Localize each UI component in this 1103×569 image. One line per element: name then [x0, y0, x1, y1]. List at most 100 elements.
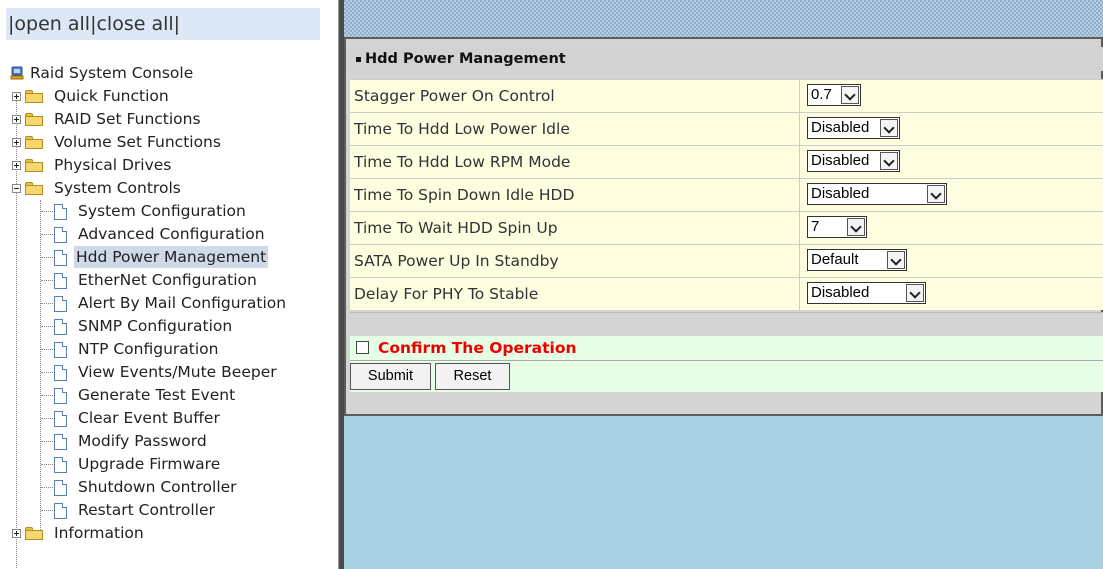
- tree-item-ntp-configuration[interactable]: NTP Configuration: [0, 338, 330, 360]
- tree-item-snmp-configuration[interactable]: SNMP Configuration: [0, 315, 330, 337]
- open-folder-icon: [25, 182, 43, 195]
- tree-item-restart-controller[interactable]: Restart Controller: [0, 499, 330, 521]
- tree-item-label: System Configuration: [78, 202, 246, 220]
- expand-icon[interactable]: [12, 92, 21, 101]
- setting-label: Time To Wait HDD Spin Up: [354, 219, 558, 237]
- tree-group-volume-set-functions[interactable]: Volume Set Functions: [0, 131, 330, 153]
- panel-title-text: Hdd Power Management: [365, 51, 566, 67]
- chevron-down-icon: [880, 152, 898, 170]
- chevron-down-icon: [847, 218, 865, 236]
- tree-item-label: Restart Controller: [78, 501, 215, 519]
- tree-item-label: Upgrade Firmware: [78, 455, 221, 473]
- tree-root-label: Raid System Console: [30, 64, 194, 82]
- tree-group-system-controls[interactable]: System Controls: [0, 177, 330, 199]
- select-value: Disabled: [811, 284, 870, 301]
- page-icon: [54, 250, 67, 266]
- setting-label: Time To Hdd Low RPM Mode: [354, 153, 571, 171]
- chevron-down-icon: [841, 86, 859, 104]
- page-icon: [54, 388, 67, 404]
- select-value: Disabled: [811, 185, 870, 202]
- page-icon: [54, 204, 67, 220]
- chevron-down-icon: [887, 251, 905, 269]
- setting-row-low-rpm-mode: Time To Hdd Low RPM Mode Disabled: [350, 145, 1103, 179]
- page-icon: [54, 296, 67, 312]
- folder-icon: [25, 527, 43, 540]
- expand-icon[interactable]: [12, 138, 21, 147]
- select-value: Disabled: [811, 119, 870, 136]
- open-all-link[interactable]: open all: [14, 13, 90, 35]
- hdd-power-panel: Hdd Power Management Stagger Power On Co…: [344, 37, 1103, 416]
- tree-item-view-events-mute-beeper[interactable]: View Events/Mute Beeper: [0, 361, 330, 383]
- tree-item-hdd-power-management[interactable]: Hdd Power Management: [0, 246, 330, 268]
- tree-item-label: Clear Event Buffer: [78, 409, 220, 427]
- tree-item-label: View Events/Mute Beeper: [78, 363, 277, 381]
- low-rpm-mode-select[interactable]: Disabled: [807, 150, 900, 172]
- page-icon: [54, 319, 67, 335]
- expand-icon[interactable]: [12, 115, 21, 124]
- setting-row-delay-phy: Delay For PHY To Stable Disabled: [350, 277, 1103, 311]
- tree-item-label: NTP Configuration: [78, 340, 219, 358]
- select-value: Default: [811, 251, 859, 268]
- tree-group-physical-drives[interactable]: Physical Drives: [0, 154, 330, 176]
- tree-group-label: Physical Drives: [54, 156, 172, 174]
- tree-item-modify-password[interactable]: Modify Password: [0, 430, 330, 452]
- stagger-power-select[interactable]: 0.7: [807, 84, 861, 106]
- chevron-down-icon: [880, 119, 898, 137]
- collapse-icon[interactable]: [12, 184, 21, 193]
- tree-group-quick-function[interactable]: Quick Function: [0, 85, 330, 107]
- setting-label: Stagger Power On Control: [354, 87, 555, 105]
- tree-group-information[interactable]: Information: [0, 522, 330, 544]
- tree-group-raid-set-functions[interactable]: RAID Set Functions: [0, 108, 330, 130]
- wait-spin-up-select[interactable]: 7: [807, 216, 867, 238]
- tree-item-shutdown-controller[interactable]: Shutdown Controller: [0, 476, 330, 498]
- separator: |: [173, 13, 181, 35]
- tree-group-label: RAID Set Functions: [54, 110, 201, 128]
- tree-item-label: Generate Test Event: [78, 386, 236, 404]
- content-pane: Hdd Power Management Stagger Power On Co…: [344, 0, 1103, 569]
- page-icon: [54, 411, 67, 427]
- setting-label: Time To Hdd Low Power Idle: [354, 120, 570, 138]
- tree-item-label: Advanced Configuration: [78, 225, 265, 243]
- setting-row-sata-power-up: SATA Power Up In Standby Default: [350, 244, 1103, 278]
- page-icon: [54, 273, 67, 289]
- select-value: 7: [811, 218, 820, 235]
- page-icon: [54, 503, 67, 519]
- tree-item-label: Modify Password: [78, 432, 207, 450]
- page-icon: [54, 365, 67, 381]
- chevron-down-icon: [927, 185, 945, 203]
- submit-button[interactable]: Submit: [350, 363, 431, 390]
- low-power-idle-select[interactable]: Disabled: [807, 117, 900, 139]
- expand-icon[interactable]: [12, 529, 21, 538]
- tree-item-label: Hdd Power Management: [74, 246, 269, 268]
- spin-down-idle-select[interactable]: Disabled: [807, 183, 947, 205]
- top-banner: [344, 0, 1103, 37]
- navigation-pane: |open all|close all| Raid System Console…: [0, 0, 338, 569]
- tree-item-generate-test-event[interactable]: Generate Test Event: [0, 384, 330, 406]
- bullet-icon: [356, 56, 361, 62]
- setting-label: SATA Power Up In Standby: [354, 252, 559, 270]
- tree-item-clear-event-buffer[interactable]: Clear Event Buffer: [0, 407, 330, 429]
- tree-item-ethernet-configuration[interactable]: EtherNet Configuration: [0, 269, 330, 291]
- sata-power-up-select[interactable]: Default: [807, 249, 907, 271]
- tree-item-system-configuration[interactable]: System Configuration: [0, 200, 330, 222]
- expand-icon[interactable]: [12, 161, 21, 170]
- tree-item-label: Shutdown Controller: [78, 478, 237, 496]
- tree-item-label: SNMP Configuration: [78, 317, 233, 335]
- setting-row-low-power-idle: Time To Hdd Low Power Idle Disabled: [350, 112, 1103, 146]
- page-icon: [54, 434, 67, 450]
- confirm-label: Confirm The Operation: [378, 339, 577, 357]
- console-icon: [10, 66, 24, 80]
- tree-item-advanced-configuration[interactable]: Advanced Configuration: [0, 223, 330, 245]
- select-value: Disabled: [811, 152, 870, 169]
- setting-row-wait-spin-up: Time To Wait HDD Spin Up 7: [350, 211, 1103, 245]
- tree-item-alert-by-mail-configuration[interactable]: Alert By Mail Configuration: [0, 292, 330, 314]
- folder-icon: [25, 90, 43, 103]
- close-all-link[interactable]: close all: [96, 13, 173, 35]
- tree-group-label: Volume Set Functions: [54, 133, 221, 151]
- reset-button[interactable]: Reset: [435, 363, 510, 390]
- folder-icon: [25, 159, 43, 172]
- open-close-bar: |open all|close all|: [6, 8, 320, 40]
- tree-item-upgrade-firmware[interactable]: Upgrade Firmware: [0, 453, 330, 475]
- delay-phy-select[interactable]: Disabled: [807, 282, 926, 304]
- confirm-checkbox[interactable]: [356, 341, 369, 354]
